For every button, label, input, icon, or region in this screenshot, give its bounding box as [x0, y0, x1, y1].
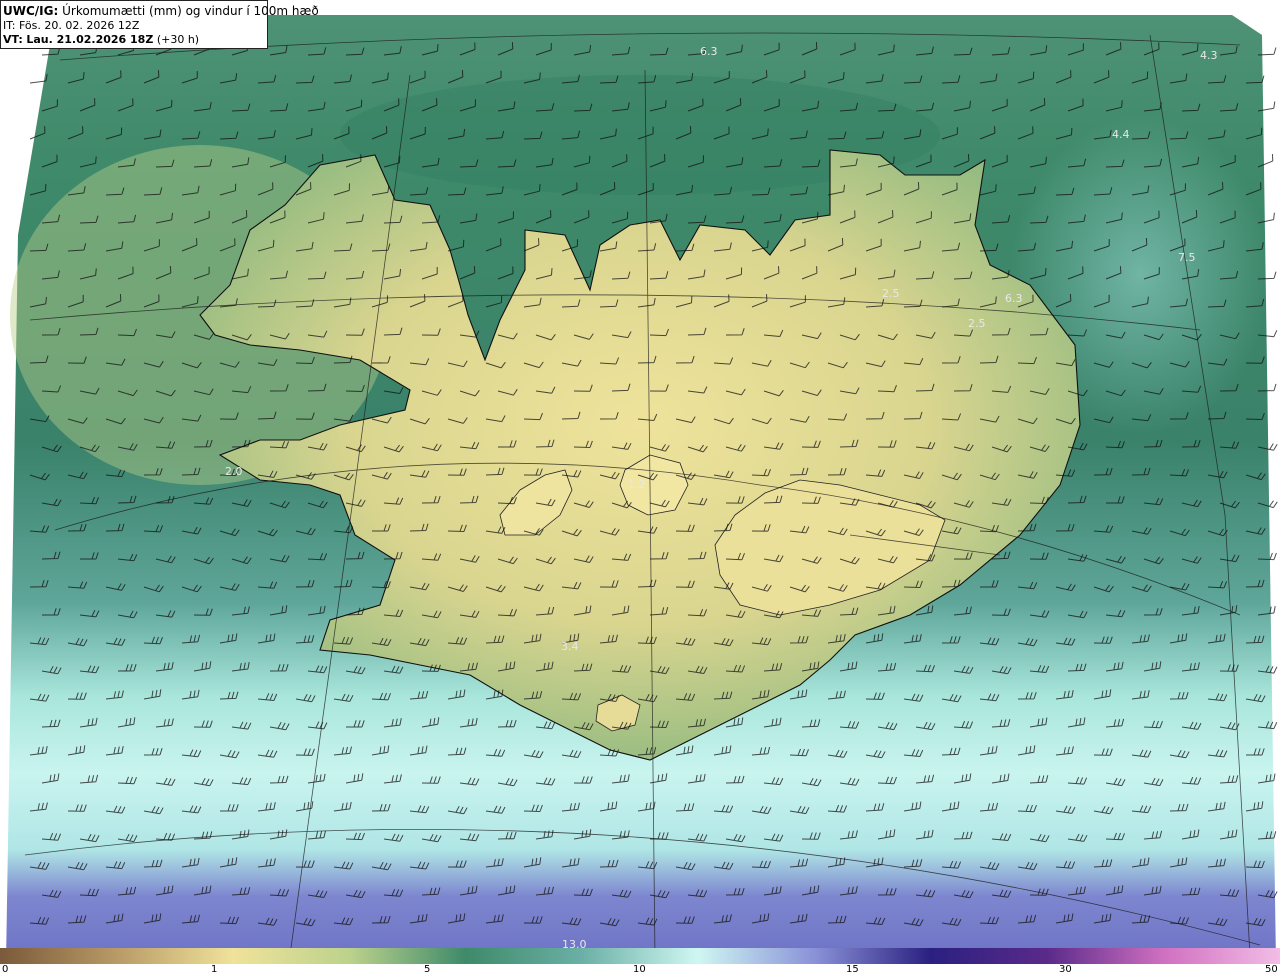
pw-label: 6.3 — [1005, 292, 1023, 305]
map-title: Úrkomumætti (mm) og vindur í 100m hæð — [62, 4, 319, 18]
vt-value: Lau. 21.02.2026 18Z — [26, 33, 154, 46]
colorbar-labels: 0 1 5 10 15 30 50 — [0, 964, 1280, 978]
pw-label: 2.0 — [225, 465, 243, 478]
vt-label: VT: — [3, 33, 23, 46]
precipitable-water-wind-map: 6.3 4.3 4.4 7.5 2.5 6.3 2.5 2.0 1.2 3.4 … — [6, 15, 1278, 963]
pw-label: 4.4 — [1112, 128, 1130, 141]
it-label: IT: — [3, 18, 16, 32]
pw-label: 1.2 — [628, 478, 646, 491]
pw-label: 6.3 — [700, 45, 718, 58]
colorbar-tick-label: 30 — [1059, 964, 1072, 975]
pw-label: 7.5 — [1178, 251, 1196, 264]
pw-label: 3.4 — [561, 640, 579, 653]
colorbar-tick-label: 15 — [846, 964, 859, 975]
title-line: UWC/IG: Úrkomumætti (mm) og vindur í 100… — [3, 4, 319, 19]
initial-time-line: IT: Fös. 20. 02. 2026 12Z — [3, 19, 265, 34]
colorbar-tick-label: 5 — [424, 964, 431, 975]
map-info-box: UWC/IG: Úrkomumætti (mm) og vindur í 100… — [0, 0, 319, 49]
colorbar-tick-label: 50 — [1265, 964, 1278, 975]
colorbar-tick-label: 1 — [211, 964, 218, 975]
pw-label: 2.5 — [968, 317, 986, 330]
colorbar-tick-label: 0 — [2, 964, 9, 975]
colorbar-gradient — [0, 948, 1280, 964]
it-value: Fös. 20. 02. 2026 12Z — [18, 18, 140, 32]
colorbar-tick-label: 10 — [633, 964, 646, 975]
valid-time-line: VT: Lau. 21.02.2026 18Z (+30 h) — [3, 33, 265, 48]
vt-offset: (+30 h) — [156, 33, 200, 46]
pw-label: 4.3 — [1200, 49, 1218, 62]
pw-label: 2.5 — [882, 287, 900, 300]
colorbar — [0, 948, 1280, 964]
model-name: UWC/IG: — [3, 4, 59, 18]
